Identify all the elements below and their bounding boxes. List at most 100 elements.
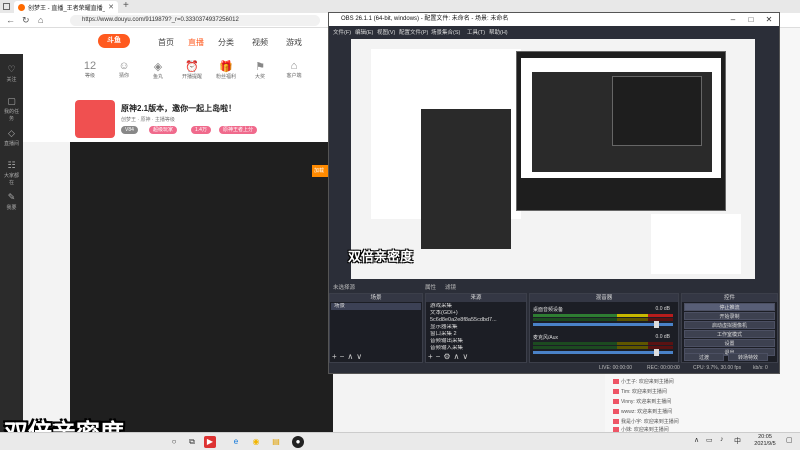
notification-icon[interactable]: ▢ [786,436,793,444]
tab-overview-icon[interactable] [3,3,10,10]
heart-icon: ♡ [7,64,16,74]
source-item[interactable]: 音频输出采集 [427,338,525,345]
search-icon[interactable]: ○ [168,436,180,448]
studio-mode-button[interactable]: 工作室模式 [684,330,775,338]
settings-button[interactable]: 设置 [684,339,775,347]
mixer-channel: 桌面音频设备 0.0 dB [533,306,673,328]
bitrate: kb/s: 0 [753,365,768,371]
volume-slider[interactable] [533,321,673,328]
start-recording-button[interactable]: 开始录制 [684,312,775,320]
source-item[interactable]: 5c6d8e0a2e8f8a55cdbd7... [427,317,525,324]
close-tab-icon[interactable]: ✕ [108,3,114,11]
menu-tools[interactable]: 工具(T) [467,28,485,36]
new-tab-button[interactable]: + [123,1,129,11]
tool-level[interactable]: 12 等级 [75,60,105,79]
scene-item[interactable]: 场景 [331,303,421,310]
properties-button[interactable]: 属性 [425,283,436,291]
back-icon[interactable]: ← [6,15,15,25]
menu-edit[interactable]: 编辑(E) [355,28,373,36]
scenes-dock: 场景 场景 +−∧∨ [329,293,423,363]
home-icon[interactable]: ⌂ [38,15,43,25]
smile-icon: ☺ [118,60,130,72]
browser-tab[interactable]: 创梦王 - 直播_王者荣耀直播_斗... ✕ [14,1,118,13]
transition-button[interactable]: 过渡 [684,353,724,361]
filters-button[interactable]: 滤镜 [445,283,456,291]
room-title: 原神2.1版本，邀你一起上岛啦！ [121,104,237,113]
transition-effect-button[interactable]: 转场特效 [728,353,768,361]
tool-item[interactable]: ☺ 猜你 [109,60,139,79]
live-time: LIVE: 00:00:00 [599,365,633,371]
menu-scene-collection[interactable]: 场景集合(S) [431,28,460,36]
task-view-icon[interactable]: ⧉ [186,436,198,448]
tab-title: 创梦王 - 直播_王者荣耀直播_斗... [28,5,106,12]
douyu-logo[interactable]: 斗鱼 [98,34,130,48]
source-item[interactable]: 音频输入采集 [427,345,525,352]
virtual-camera-button[interactable]: 启动虚拟摄像机 [684,321,775,329]
level-icon: 12 [83,60,97,72]
mixer-channel: 麦克风/Aux 0.0 dB [533,334,673,356]
network-icon[interactable]: ▭ [706,436,713,444]
nav-item[interactable]: 视频 [252,37,268,48]
video-player[interactable] [70,142,333,432]
tool-item[interactable]: ⏰ 开播提醒 [177,60,207,80]
cpu-fps: CPU: 9.7%, 30.00 fps [693,365,742,371]
tray-up-icon[interactable]: ∧ [694,436,699,444]
sidebar-item[interactable]: ☷ 大家都在 [3,160,20,186]
maximize-icon[interactable]: □ [743,13,759,26]
sidebar-item[interactable]: ▢ 我的任务 [3,96,20,122]
obs-preview[interactable] [351,39,755,279]
menu-view[interactable]: 视图(V) [377,28,395,36]
alarm-icon: ⏰ [185,61,199,73]
obs-titlebar: OBS 26.1.1 (64-bit, windows) - 配置文件: 未命名… [329,13,779,26]
scene-controls[interactable]: +−∧∨ [332,352,365,361]
source-item[interactable]: 游戏采集 [427,303,525,310]
close-icon[interactable]: ✕ [761,13,777,26]
source-item[interactable]: 文本(GDI+) [427,310,525,317]
source-controls[interactable]: +−⚙∧∨ [428,352,471,361]
sidebar-item[interactable]: ✎ 我要 [3,192,20,211]
nav-item[interactable]: 游戏 [286,37,302,48]
volume-icon[interactable]: ♪ [720,436,724,443]
badge: 超级玩家 [149,126,178,134]
nav-item[interactable]: 分类 [218,37,234,48]
url-input[interactable]: https://www.douyu.com/9119879?_r=0.33303… [70,15,320,26]
nav-item[interactable]: 首页 [158,37,174,48]
chat-message: Tim: 欢迎来到主播间 [613,388,667,395]
obs-title-text: OBS 26.1.1 (64-bit, windows) - 配置文件: 未命名… [341,16,509,22]
app-icon[interactable]: ▶ [204,436,216,448]
room-icon: ◇ [8,128,15,138]
ime-icon[interactable]: 中 [734,436,741,446]
folder-icon[interactable]: ▤ [270,436,282,448]
obs-icon[interactable]: ● [292,436,304,448]
clock[interactable]: 20:05 2021/9/5 [748,434,782,448]
volume-slider[interactable] [533,349,673,356]
minimize-icon[interactable]: – [725,13,741,26]
refresh-icon[interactable]: ↻ [22,15,30,25]
tool-item[interactable]: ⚑ 大奖 [245,60,275,80]
list-icon: ☷ [7,160,16,170]
edge-icon[interactable]: e [230,436,242,448]
source-item[interactable]: 显示器采集 [427,324,525,331]
tool-item[interactable]: 🎁 粉丝福利 [211,60,241,80]
mixer-title: 混音器 [530,294,678,302]
source-item[interactable]: 窗口采集 2 [427,331,525,338]
obs-menubar: 文件(F) 编辑(E) 视图(V) 配置文件(P) 场景集合(S) 工具(T) … [329,26,779,37]
stop-streaming-button[interactable]: 停止推流 [684,303,775,311]
level-badge: V84 [121,126,138,134]
chat-message: 小王子: 欢迎来到主播间 [613,378,674,385]
sidebar-item[interactable]: ◇ 直播间 [3,128,20,147]
menu-help[interactable]: 帮助(H) [489,28,508,36]
menu-profile[interactable]: 配置文件(P) [399,28,428,36]
tool-item[interactable]: ◈ 鱼丸 [143,60,173,80]
tool-item[interactable]: ⌂ 客户端 [279,60,309,79]
nav-item-active[interactable]: 直播 [188,37,204,48]
streamer-avatar[interactable] [75,100,115,138]
chrome-icon[interactable]: ◉ [250,436,262,448]
preview-obs-copy [516,51,726,211]
menu-file[interactable]: 文件(F) [333,28,351,36]
volume-meter [533,314,673,317]
scenes-title: 场景 [330,294,422,302]
room-subtitle: 创梦王 · 原神 · 主播等级 [121,117,175,123]
sidebar-item[interactable]: ♡ 关注 [3,64,20,83]
pen-icon: ✎ [7,192,16,202]
